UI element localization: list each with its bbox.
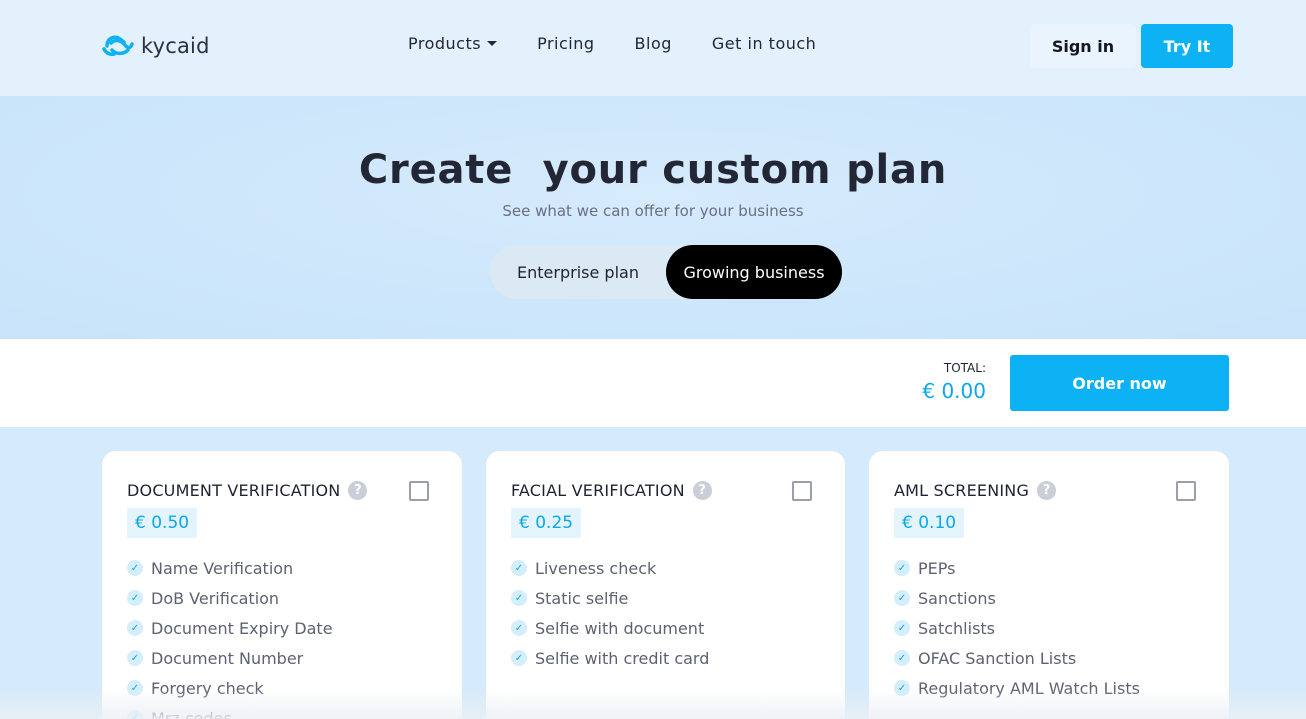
check-icon: ✓ xyxy=(894,560,910,576)
card-title: FACIAL VERIFICATION ? xyxy=(511,481,712,500)
price-badge: € 0.25 xyxy=(511,508,582,538)
site-header: kycaid Products Pricing Blog Get in touc… xyxy=(0,0,1306,96)
page-subtitle: See what we can offer for your business xyxy=(502,202,804,220)
page-title: Create your custom plan xyxy=(358,147,948,193)
help-icon[interactable]: ? xyxy=(692,481,712,500)
logo-text: kycaid xyxy=(141,34,210,58)
list-item: ✓ Selfie with credit card xyxy=(511,643,709,673)
hero-section: Create your custom plan See what we can … xyxy=(0,96,1306,339)
list-item: ✓ Forgery check xyxy=(127,673,333,703)
nav-products-label: Products xyxy=(408,34,482,53)
card-title: AML SCREENING ? xyxy=(894,481,1057,500)
plan-toggle: Enterprise plan Growing business xyxy=(490,245,842,299)
card-document-verification: DOCUMENT VERIFICATION ? € 0.50 ✓ Name Ver… xyxy=(102,451,462,719)
nav-pricing[interactable]: Pricing xyxy=(537,34,594,53)
nav-products[interactable]: Products xyxy=(408,34,498,53)
feature-label: Static selfie xyxy=(535,588,629,608)
total-label: TOTAL: xyxy=(943,361,986,375)
check-icon: ✓ xyxy=(127,650,143,666)
list-item: ✓ Name Verification xyxy=(127,553,333,583)
feature-label: OFAC Sanction Lists xyxy=(918,648,1077,668)
check-icon: ✓ xyxy=(127,620,143,636)
help-icon[interactable]: ? xyxy=(1037,481,1057,500)
feature-label: PEPs xyxy=(918,558,956,578)
card-title: DOCUMENT VERIFICATION ? xyxy=(127,481,368,500)
total-bar: TOTAL: € 0.00 Order now xyxy=(0,339,1306,427)
check-icon: ✓ xyxy=(894,650,910,666)
check-icon: ✓ xyxy=(511,590,527,606)
feature-label: Selfie with document xyxy=(535,618,705,638)
check-icon: ✓ xyxy=(894,680,910,696)
list-item: ✓ Satchlists xyxy=(894,613,1140,643)
try-it-button[interactable]: Try It xyxy=(1141,24,1233,68)
list-item: ✓ Selfie with document xyxy=(511,613,709,643)
feature-label: Document Number xyxy=(151,648,304,668)
check-icon: ✓ xyxy=(511,560,527,576)
main-nav: Products Pricing Blog Get in touch xyxy=(408,34,816,53)
feature-label: Regulatory AML Watch Lists xyxy=(918,678,1140,698)
feature-label: Mrz codes xyxy=(151,708,232,719)
feature-label: Document Expiry Date xyxy=(151,618,333,638)
check-icon: ✓ xyxy=(894,620,910,636)
feature-label: DoB Verification xyxy=(151,588,280,608)
feature-list: ✓ PEPs ✓ Sanctions ✓ Satchlists ✓ OFAC Sanct… xyxy=(894,553,1140,703)
check-icon: ✓ xyxy=(511,650,527,666)
nav-get-in-touch[interactable]: Get in touch xyxy=(712,34,816,53)
check-icon: ✓ xyxy=(127,560,143,576)
feature-label: Sanctions xyxy=(918,588,996,608)
check-icon: ✓ xyxy=(511,620,527,636)
kycaid-logo-icon xyxy=(102,35,134,56)
card-aml-screening: AML SCREENING ? € 0.10 ✓ PEPs ✓ Sanctions … xyxy=(869,451,1229,719)
feature-label: Name Verification xyxy=(151,558,294,578)
nav-blog[interactable]: Blog xyxy=(635,34,672,53)
select-checkbox[interactable] xyxy=(1176,481,1196,501)
list-item: ✓ Regulatory AML Watch Lists xyxy=(894,673,1140,703)
card-title-text: FACIAL VERIFICATION xyxy=(511,481,685,500)
list-item: ✓ OFAC Sanction Lists xyxy=(894,643,1140,673)
card-title-text: AML SCREENING xyxy=(894,481,1030,500)
list-item: ✓ Document Number xyxy=(127,643,333,673)
list-item: ✓ PEPs xyxy=(894,553,1140,583)
select-checkbox[interactable] xyxy=(409,481,429,501)
plan-option-enterprise[interactable]: Enterprise plan xyxy=(490,245,666,299)
service-cards: DOCUMENT VERIFICATION ? € 0.50 ✓ Name Ver… xyxy=(0,427,1306,719)
price-badge: € 0.10 xyxy=(894,508,965,538)
feature-label: Liveness check xyxy=(535,558,657,578)
price-badge: € 0.50 xyxy=(127,508,198,538)
select-checkbox[interactable] xyxy=(792,481,812,501)
list-item: ✓ Sanctions xyxy=(894,583,1140,613)
list-item: ✓ Static selfie xyxy=(511,583,709,613)
feature-label: Satchlists xyxy=(918,618,996,638)
order-now-button[interactable]: Order now xyxy=(1010,355,1229,411)
card-facial-verification: FACIAL VERIFICATION ? € 0.25 ✓ Liveness c… xyxy=(486,451,845,719)
list-item: ✓ Liveness check xyxy=(511,553,709,583)
plan-option-growing-business[interactable]: Growing business xyxy=(666,245,842,299)
card-title-text: DOCUMENT VERIFICATION xyxy=(127,481,341,500)
sign-in-button[interactable]: Sign in xyxy=(1030,24,1136,68)
check-icon: ✓ xyxy=(894,590,910,606)
chevron-down-icon xyxy=(487,41,498,46)
logo[interactable]: kycaid xyxy=(101,30,210,62)
check-icon: ✓ xyxy=(127,590,143,606)
feature-list: ✓ Liveness check ✓ Static selfie ✓ Selfie w… xyxy=(511,553,709,673)
check-icon: ✓ xyxy=(127,680,143,696)
total-value: € 0.00 xyxy=(922,379,986,403)
feature-label: Forgery check xyxy=(151,678,264,698)
check-icon: ✓ xyxy=(127,710,143,719)
list-item: ✓ Mrz codes xyxy=(127,703,333,719)
feature-label: Selfie with credit card xyxy=(535,648,710,668)
feature-list: ✓ Name Verification ✓ DoB Verification ✓ Do… xyxy=(127,553,333,719)
list-item: ✓ DoB Verification xyxy=(127,583,333,613)
list-item: ✓ Document Expiry Date xyxy=(127,613,333,643)
help-icon[interactable]: ? xyxy=(348,481,368,500)
